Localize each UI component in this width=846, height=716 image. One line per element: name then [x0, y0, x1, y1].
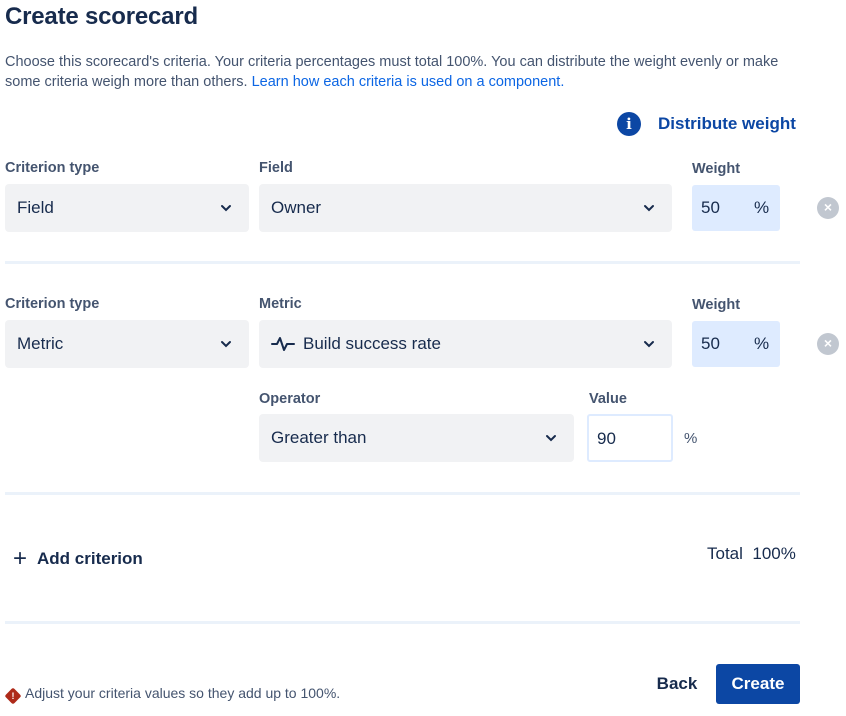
metric-label: Metric [259, 296, 302, 312]
divider [5, 492, 800, 495]
page-title: Create scorecard [5, 3, 198, 30]
field-select[interactable]: Owner [259, 184, 672, 232]
value-label: Value [589, 391, 627, 407]
criterion-type-select[interactable]: Metric [5, 320, 249, 368]
weight-label: Weight [692, 297, 741, 313]
error-icon: ! [4, 687, 22, 705]
chevron-down-icon [221, 205, 231, 212]
operator-value: Greater than [271, 428, 367, 447]
criterion-type-select[interactable]: Field [5, 184, 249, 232]
weight-value: 50 [701, 198, 720, 217]
create-button[interactable]: Create [716, 664, 800, 704]
divider [5, 261, 800, 264]
metric-pulse-icon [271, 337, 295, 351]
learn-more-link[interactable]: Learn how each criteria is used on a com… [252, 74, 565, 90]
operator-label: Operator [259, 391, 321, 407]
divider [5, 621, 800, 624]
value-unit: % [684, 430, 698, 447]
metric-select[interactable]: Build success rate [259, 320, 672, 368]
page-description: Choose this scorecard's criteria. Your c… [5, 52, 805, 92]
back-button[interactable]: Back [644, 664, 710, 704]
distribute-weight-button[interactable]: Distribute weight [658, 114, 796, 134]
value-value: 90 [597, 429, 616, 448]
operator-select[interactable]: Greater than [259, 414, 574, 462]
weight-unit: % [754, 198, 770, 217]
field-value: Owner [271, 198, 322, 217]
plus-icon: + [13, 545, 28, 572]
remove-criterion-icon[interactable]: × [817, 197, 839, 219]
total-summary: Total 100% [707, 544, 796, 564]
weight-input[interactable]: 50 % [692, 185, 780, 231]
value-input[interactable]: 90 [587, 414, 673, 462]
chevron-down-icon [221, 341, 231, 348]
criterion-type-value: Field [17, 198, 54, 217]
weight-label: Weight [692, 161, 741, 177]
remove-criterion-icon[interactable]: × [817, 333, 839, 355]
total-value: 100% [752, 544, 796, 563]
metric-value: Build success rate [303, 334, 441, 353]
weight-unit: % [754, 334, 770, 353]
chevron-down-icon [644, 341, 654, 348]
warning-message: ! Adjust your criteria values so they add… [4, 685, 341, 705]
info-icon: i [617, 112, 641, 136]
weight-value: 50 [701, 334, 720, 353]
warning-text: Adjust your criteria values so they add … [25, 685, 341, 701]
weight-input[interactable]: 50 % [692, 321, 780, 367]
add-criterion-label: Add criterion [37, 549, 143, 568]
criterion-type-label: Criterion type [5, 296, 100, 312]
total-label: Total [707, 544, 743, 563]
criterion-type-value: Metric [17, 334, 64, 353]
field-label: Field [259, 160, 293, 176]
chevron-down-icon [546, 435, 556, 442]
chevron-down-icon [644, 205, 654, 212]
add-criterion-button[interactable]: + Add criterion [13, 543, 143, 572]
criterion-type-label: Criterion type [5, 160, 100, 176]
